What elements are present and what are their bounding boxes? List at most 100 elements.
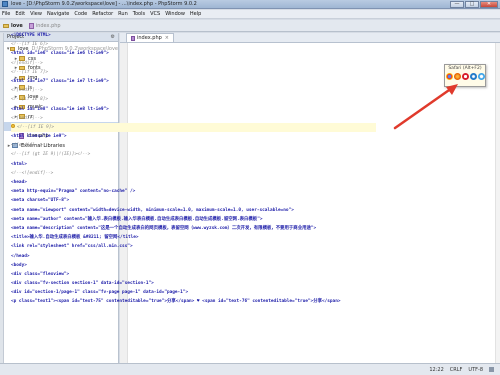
status-bar: 12:22 CRLF UTF-8 — [0, 363, 500, 375]
minimize-button[interactable]: — — [450, 1, 464, 8]
code-text: <meta name="description" content="这是一个自动… — [11, 225, 317, 231]
code-line: </head> — [11, 252, 376, 261]
code-text: <!--[if (gt IE 9)|!(IE)]><!--> — [11, 152, 91, 158]
code-line: <html class="ie ie9"> — [11, 132, 376, 141]
browser-icons — [445, 73, 485, 80]
code-line: <!--[if IE 8]> — [11, 95, 376, 104]
code-line: <title>输入华.自动生成表白模板 &#8211; 留空网</title> — [11, 233, 376, 242]
code-text: <!--[if IE 7]> — [11, 69, 49, 75]
file-encoding[interactable]: UTF-8 — [468, 367, 483, 373]
code-line: <meta name="description" content="这是一个自动… — [11, 224, 376, 233]
code-text: </head> — [11, 253, 30, 259]
line-separator[interactable]: CRLF — [450, 367, 463, 373]
title-bar: love - [D:\PhpStorm 9.0.2\workspace\love… — [0, 0, 500, 9]
menu-view[interactable]: View — [30, 11, 42, 17]
menu-edit[interactable]: Edit — [15, 11, 25, 17]
code-line: <p class="text1"><span id="text-75" cont… — [11, 297, 376, 306]
code-line: <div id="section-1/page-1" class="fv-pag… — [11, 288, 376, 297]
window-controls: — □ ✕ — [450, 1, 498, 8]
menu-code[interactable]: Code — [74, 11, 87, 17]
code-text: <html> — [11, 161, 27, 167]
menu-help[interactable]: Help — [190, 11, 201, 17]
code-line: <![endif]--> — [11, 86, 376, 95]
menu-vcs[interactable]: VCS — [150, 11, 160, 17]
code-text: <![endif]--> — [11, 60, 43, 66]
code-text: <title>输入华.自动生成表白模板 &#8211; 留空网</title> — [11, 235, 139, 241]
chrome-browser-icon[interactable] — [445, 73, 453, 80]
menu-refactor[interactable]: Refactor — [92, 11, 113, 17]
code-line: <meta name="viewport" content="width=dev… — [11, 206, 376, 215]
code-text: <div id="section-1/page-1" class="fv-pag… — [11, 290, 189, 296]
browser-preview-popup: Safari (Alt+F2) — [444, 64, 486, 87]
code-line: <!--[if IE 9]> — [11, 122, 376, 133]
code-line: <html> — [11, 160, 376, 169]
ie-browser-icon[interactable] — [469, 73, 477, 80]
code-line: <head> — [11, 178, 376, 187]
code-line: <meta http-equiv="Pragma" content="no-ca… — [11, 187, 376, 196]
code-text: <div class="flexview"> — [11, 271, 70, 277]
code-editor[interactable]: <!DOCTYPE HTML> <!--[if IE 6]> <html id="i… — [11, 31, 376, 307]
code-text: <![endif]--> — [11, 88, 43, 94]
code-text: <link rel="stylesheet" href="css/all.min… — [11, 244, 133, 250]
code-line: <!--[if IE 7]> — [11, 68, 376, 77]
code-line: <html id="ie7" class="ie ie7 lt-ie9"> — [11, 77, 376, 86]
lock-icon[interactable] — [489, 367, 494, 372]
code-line: <![endif]--> — [11, 59, 376, 68]
code-text: <html id="ie7" class="ie ie7 lt-ie9"> — [11, 78, 109, 84]
code-text: <meta name="author" content="输入华.表白模板.输入… — [11, 216, 263, 222]
code-text: <html id="ie6" class="ie ie6 lt-ie9"> — [11, 51, 109, 57]
firefox-browser-icon[interactable] — [453, 73, 461, 80]
breadcrumb-file-label: index.php — [35, 22, 61, 29]
browser-tooltip: Safari (Alt+F2) — [448, 66, 482, 71]
maximize-button[interactable]: □ — [465, 1, 479, 8]
code-text: <div class="fv-section section-1" data-i… — [11, 281, 154, 287]
code-line: <meta name="author" content="输入华.表白模板.输入… — [11, 215, 376, 224]
code-text: <body> — [11, 262, 27, 268]
code-text: <meta charset="UTF-8"> — [11, 198, 70, 204]
code-text: <![endif]--> — [11, 143, 43, 149]
phpstorm-app-icon — [2, 1, 8, 7]
code-text: <head> — [11, 180, 27, 185]
menu-run[interactable]: Run — [118, 11, 128, 17]
caret-position[interactable]: 12:22 — [429, 367, 443, 373]
code-line: <![endif]--> — [11, 141, 376, 150]
menu-navigate[interactable]: Navigate — [47, 11, 69, 17]
menu-window[interactable]: Window — [165, 11, 185, 17]
code-text: <html id="ie8" class="ie ie8 lt-ie9"> — [11, 106, 109, 112]
code-line: <link rel="stylesheet" href="css/all.min… — [11, 242, 376, 251]
code-text: <!--<![endif]--> — [11, 170, 54, 176]
breadcrumb-project[interactable]: love — [3, 23, 23, 29]
code-text: <![endif]--> — [11, 115, 43, 121]
code-line: <div class="fv-section section-1" data-i… — [11, 279, 376, 288]
code-line: <!DOCTYPE HTML> — [11, 31, 376, 40]
lightbulb-icon[interactable] — [11, 124, 15, 129]
code-line: <!--[if IE 6]> — [11, 40, 376, 49]
window-title: love - [D:\PhpStorm 9.0.2\workspace\love… — [11, 1, 197, 7]
code-line: <!--<![endif]--> — [11, 169, 376, 178]
code-text: <html class="ie ie9"> — [11, 134, 67, 140]
code-text: <p class="text1"><span id="text-75" cont… — [11, 299, 341, 305]
code-text: <!--[if IE 8]> — [11, 97, 49, 103]
menu-file[interactable]: File — [2, 11, 10, 17]
php-file-icon — [28, 22, 34, 29]
code-line: <html id="ie8" class="ie ie8 lt-ie9"> — [11, 105, 376, 114]
code-text: <!--[if IE 6]> — [11, 42, 49, 48]
code-text: <meta http-equiv="Pragma" content="no-ca… — [11, 189, 136, 195]
code-line: <![endif]--> — [11, 114, 376, 123]
menu-bar: File Edit View Navigate Code Refactor Run Tools… — [0, 10, 500, 19]
opera-browser-icon[interactable] — [461, 73, 469, 80]
close-button[interactable]: ✕ — [480, 1, 498, 8]
code-line: <html id="ie6" class="ie ie6 lt-ie9"> — [11, 49, 376, 58]
code-text: <!--[if IE 9]> — [17, 124, 55, 130]
code-text: <!DOCTYPE HTML> — [11, 33, 51, 38]
code-line: <!--[if (gt IE 9)|!(IE)]><!--> — [11, 150, 376, 159]
code-line: <meta charset="UTF-8"> — [11, 196, 376, 205]
menu-tools[interactable]: Tools — [133, 11, 145, 17]
breadcrumb-project-label: love — [11, 22, 23, 29]
safari-browser-icon[interactable] — [477, 73, 485, 80]
code-line: <body> — [11, 261, 376, 270]
folder-icon — [3, 23, 9, 28]
code-line: <div class="flexview"> — [11, 270, 376, 279]
code-text: <meta name="viewport" content="width=dev… — [11, 207, 294, 213]
breadcrumb-file[interactable]: index.php — [28, 22, 61, 29]
